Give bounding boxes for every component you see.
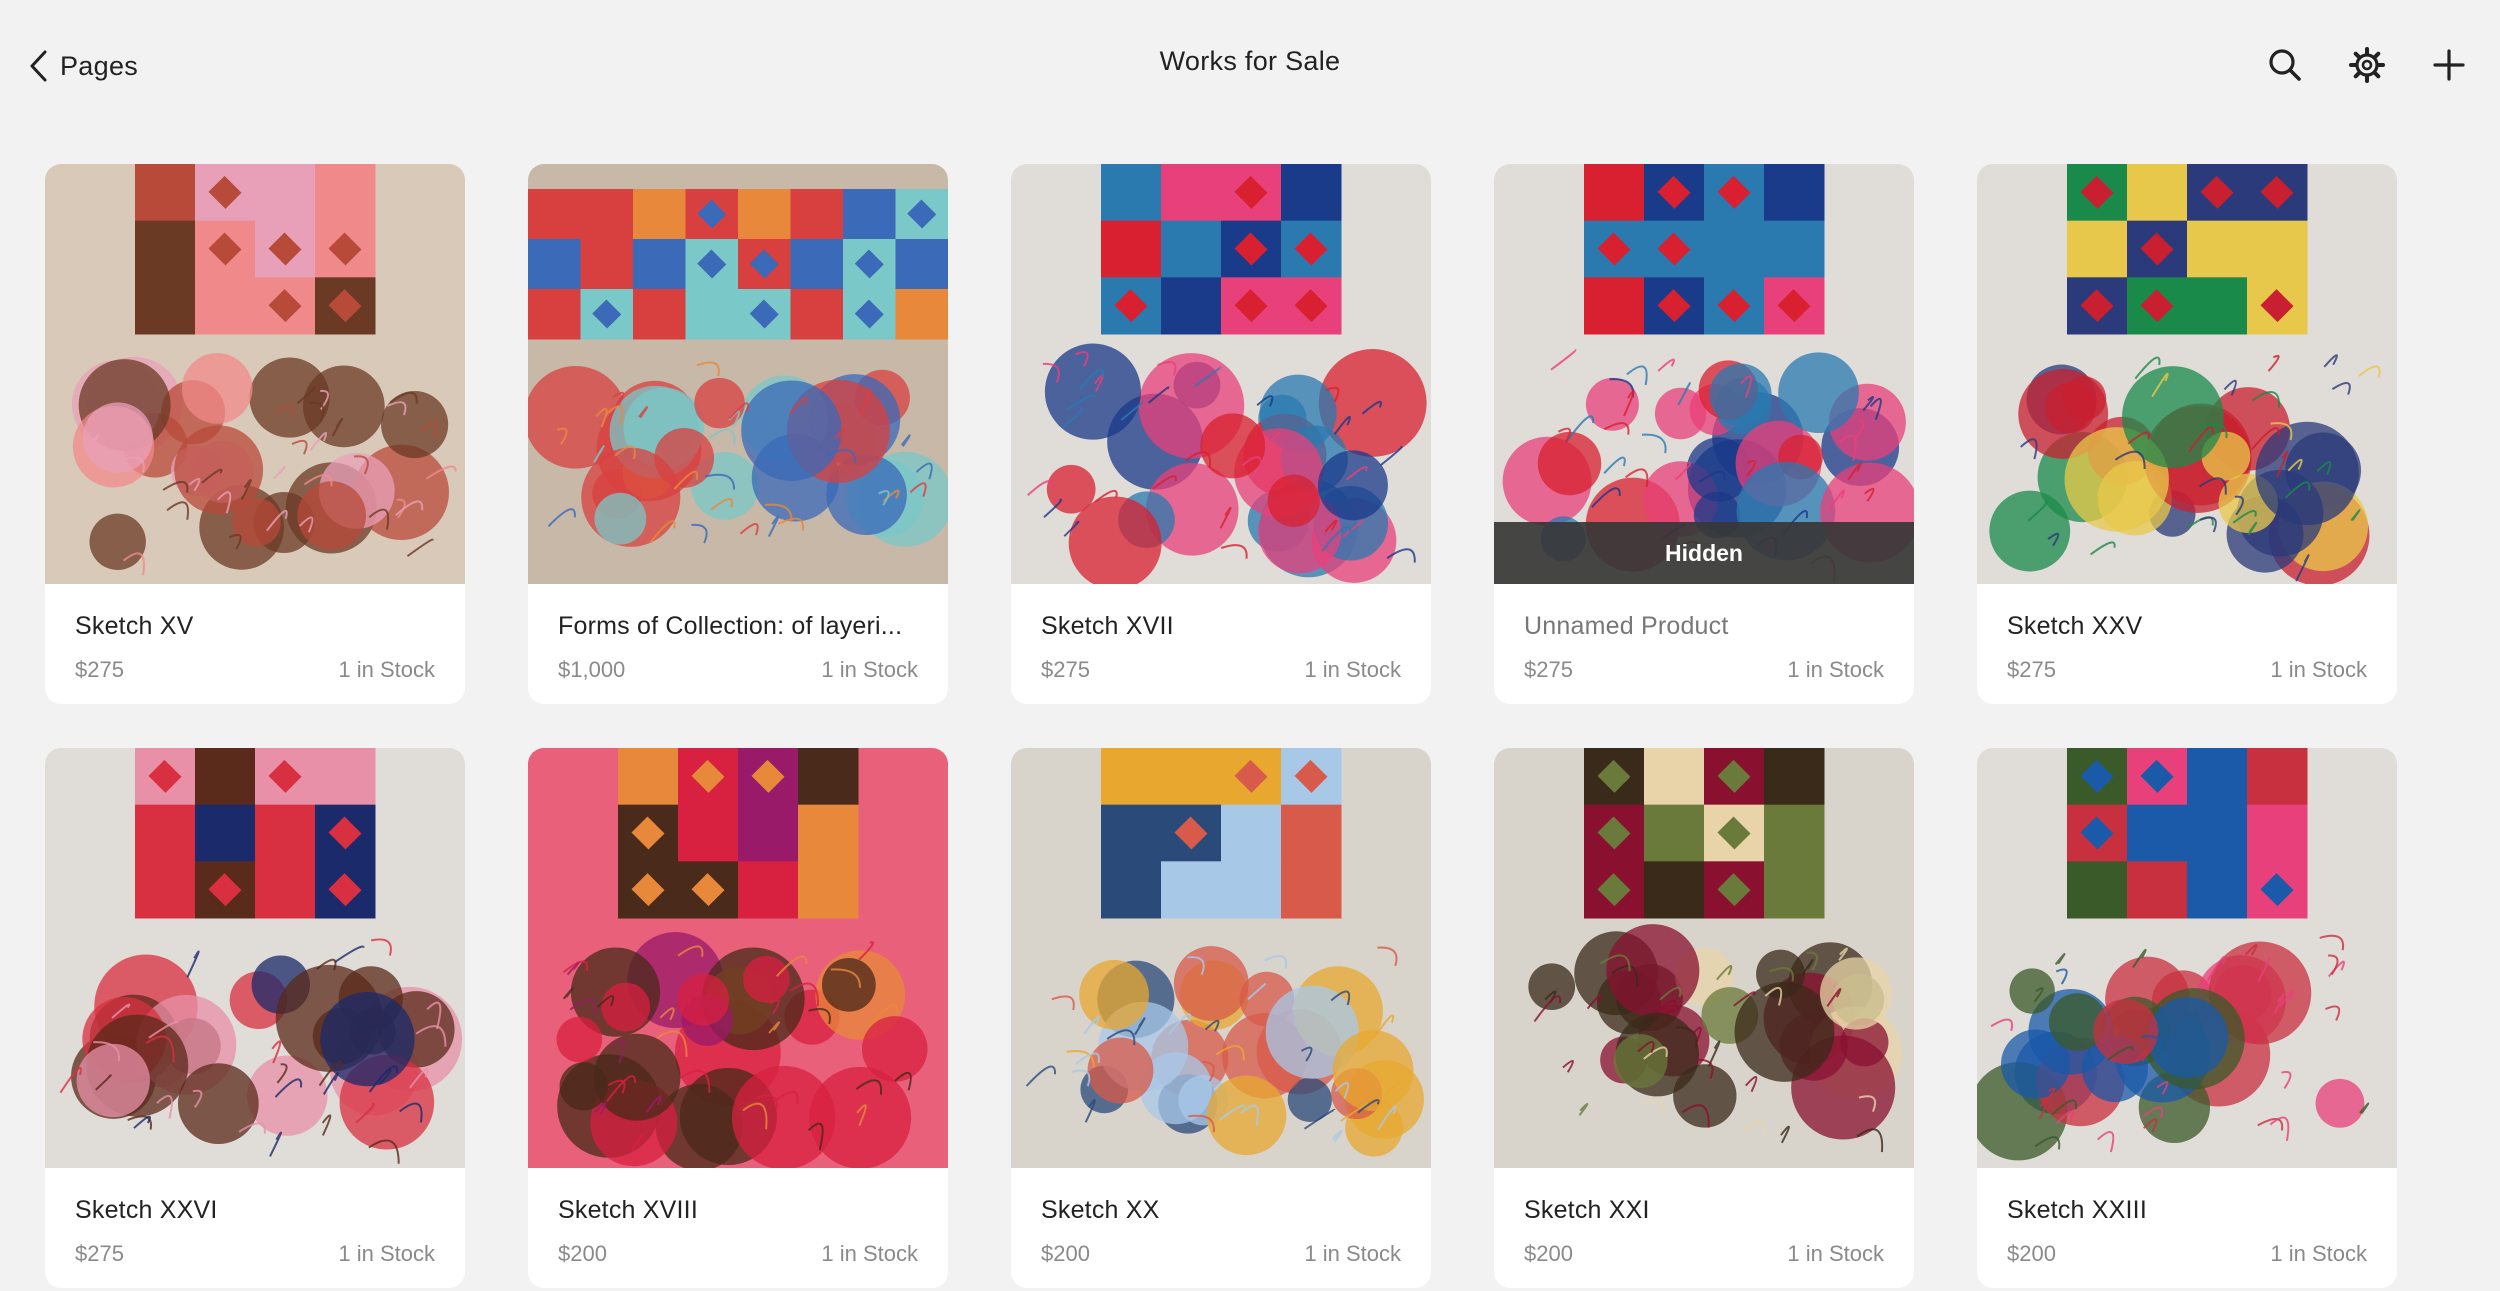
product-price: $200	[2007, 1241, 2056, 1266]
product-stock: 1 in Stock	[1304, 1241, 1401, 1266]
product-price: $275	[1524, 657, 1573, 682]
product-title: Sketch XVII	[1041, 612, 1174, 640]
product-stock: 1 in Stock	[2270, 657, 2367, 682]
product-title: Sketch XXV	[2007, 612, 2143, 640]
product-stock: 1 in Stock	[1787, 657, 1884, 682]
product-stock: 1 in Stock	[2270, 1241, 2367, 1266]
hidden-badge: Hidden	[1494, 522, 1914, 584]
product-image	[1494, 164, 1914, 584]
product-card[interactable]: Sketch XVII $275 1 in Stock	[1011, 164, 1431, 704]
product-price: $200	[1524, 1241, 1573, 1266]
product-card[interactable]: Sketch XXVI $275 1 in Stock	[45, 748, 465, 1288]
product-stock: 1 in Stock	[821, 1241, 918, 1266]
product-card[interactable]: Hidden Unnamed Product $275 1 in Stock	[1494, 164, 1914, 704]
product-price: $200	[558, 1241, 607, 1266]
product-card[interactable]: Sketch XX $200 1 in Stock	[1011, 748, 1431, 1288]
product-stock: 1 in Stock	[821, 657, 918, 682]
product-card[interactable]: Forms of Collection: of layeri... $1,000 1…	[528, 164, 948, 704]
product-title: Sketch XXI	[1524, 1196, 1650, 1224]
product-image	[1011, 164, 1431, 584]
product-price: $1,000	[558, 657, 626, 682]
product-stock: 1 in Stock	[1787, 1241, 1884, 1266]
product-title: Sketch XXVI	[75, 1196, 218, 1224]
product-price: $200	[1041, 1241, 1090, 1266]
product-title: Forms of Collection: of layeri...	[558, 612, 903, 640]
product-title: Sketch XV	[75, 612, 194, 640]
product-stock: 1 in Stock	[338, 657, 435, 682]
product-stock: 1 in Stock	[338, 1241, 435, 1266]
product-card[interactable]: Sketch XXV $275 1 in Stock	[1977, 164, 2397, 704]
product-stock: 1 in Stock	[1304, 657, 1401, 682]
product-card[interactable]: Sketch XV $275 1 in Stock	[45, 164, 465, 704]
product-image	[528, 748, 948, 1168]
product-image	[528, 164, 948, 584]
top-bar: Pages Works for Sale	[0, 0, 2500, 130]
product-image	[1977, 748, 2397, 1168]
product-price: $275	[75, 1241, 124, 1266]
plus-icon	[2433, 49, 2465, 81]
settings-button[interactable]	[2348, 46, 2386, 84]
search-button[interactable]	[2266, 46, 2304, 84]
product-card[interactable]: Sketch XXIII $200 1 in Stock	[1977, 748, 2397, 1288]
page-title: Works for Sale	[1159, 46, 1341, 76]
product-image	[1494, 748, 1914, 1168]
product-price: $275	[1041, 657, 1090, 682]
add-product-button[interactable]	[2430, 46, 2468, 84]
product-image	[1977, 164, 2397, 584]
search-icon	[2269, 49, 2301, 81]
product-card[interactable]: Sketch XXI $200 1 in Stock	[1494, 748, 1914, 1288]
product-title: Unnamed Product	[1524, 612, 1729, 640]
gear-icon	[2349, 47, 2385, 83]
product-title: Sketch XX	[1041, 1196, 1160, 1224]
product-title: Sketch XXIII	[2007, 1196, 2147, 1224]
product-image	[45, 748, 465, 1168]
product-card[interactable]: Sketch XVIII $200 1 in Stock	[528, 748, 948, 1288]
product-image	[45, 164, 465, 584]
product-title: Sketch XVIII	[558, 1196, 698, 1224]
product-image	[1011, 748, 1431, 1168]
product-price: $275	[2007, 657, 2056, 682]
product-price: $275	[75, 657, 124, 682]
